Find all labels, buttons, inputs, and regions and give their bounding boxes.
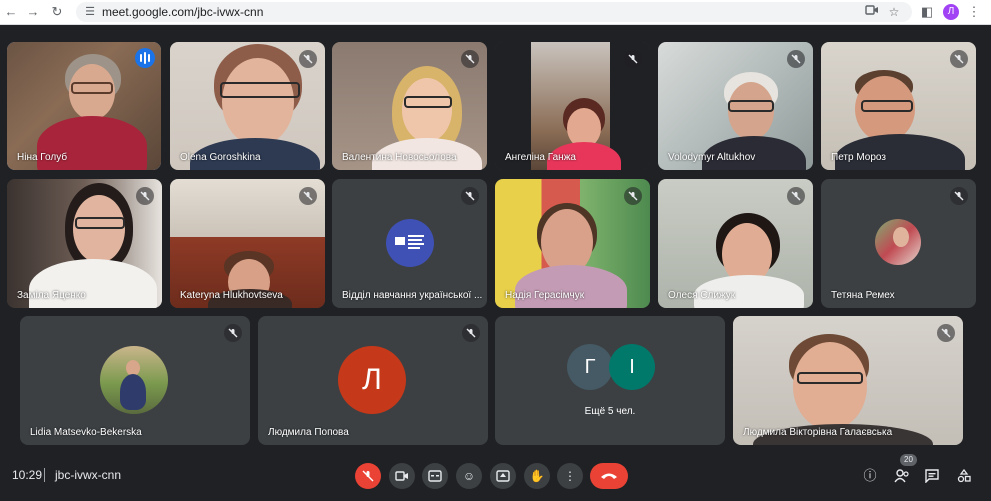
present-icon[interactable] xyxy=(490,463,516,489)
participant-tile[interactable]: Олеся Слижук xyxy=(658,179,813,308)
profile-avatar[interactable]: Л xyxy=(943,4,959,20)
raise-hand-icon[interactable]: ✋ xyxy=(524,463,550,489)
participant-tile[interactable]: Тетяна Ремех xyxy=(821,179,976,308)
info-icon[interactable]: ⓘ xyxy=(860,466,880,486)
mic-muted-icon xyxy=(224,324,242,342)
menu-icon[interactable]: ⋮ xyxy=(965,3,983,21)
mic-muted-icon xyxy=(787,187,805,205)
mic-muted-icon xyxy=(462,324,480,342)
participant-name: Відділ навчання української ... xyxy=(342,290,483,301)
initial-avatar: І xyxy=(609,344,655,390)
url-text: meet.google.com/jbc-ivwx-cnn xyxy=(102,5,264,19)
participant-tile[interactable]: Kateryna Hlukhovtseva xyxy=(170,179,325,308)
activities-icon[interactable] xyxy=(954,466,974,486)
sidebar-icon[interactable]: ◧ xyxy=(918,3,936,21)
forward-icon[interactable]: → xyxy=(24,3,42,21)
participant-tile[interactable]: Відділ навчання української ... xyxy=(332,179,487,308)
participant-tile[interactable]: Петр Мороз xyxy=(821,42,976,170)
speaking-indicator-icon xyxy=(135,48,155,68)
camera-icon[interactable] xyxy=(389,463,415,489)
mic-muted-icon xyxy=(950,50,968,68)
people-icon[interactable] xyxy=(892,466,912,486)
participant-tile[interactable]: Ангеліна Ганжа xyxy=(495,42,650,170)
chat-icon[interactable] xyxy=(922,466,942,486)
mic-muted-icon xyxy=(136,187,154,205)
participant-name: Петр Мороз xyxy=(831,152,886,163)
mic-muted-icon xyxy=(461,187,479,205)
participant-tile[interactable]: Л Людмила Попова xyxy=(258,316,488,445)
participant-name: Ангеліна Ганжа xyxy=(505,152,576,163)
initial-avatar: Л xyxy=(338,346,406,414)
mic-muted-icon xyxy=(950,187,968,205)
participant-tile[interactable]: Валентина Новосьолова xyxy=(332,42,487,170)
participant-name: Людмила Попова xyxy=(268,427,349,438)
divider xyxy=(44,468,45,482)
others-tile[interactable]: Г І Ещё 5 чел. xyxy=(495,316,725,445)
participant-tile[interactable]: Надія Герасімчук xyxy=(495,179,650,308)
reload-icon[interactable]: ↻ xyxy=(48,3,66,21)
participant-tile[interactable]: Volodymyr Altukhov xyxy=(658,42,813,170)
star-icon[interactable]: ☆ xyxy=(886,4,902,20)
browser-toolbar: ← → ↻ ☰ meet.google.com/jbc-ivwx-cnn ☆ ◧… xyxy=(0,0,991,25)
participant-tile[interactable]: Заміла Яценко xyxy=(7,179,162,308)
mic-muted-icon xyxy=(299,187,317,205)
participant-tile[interactable]: Lidia Matsevko-Bekerska xyxy=(20,316,250,445)
others-count-label: Ещё 5 чел. xyxy=(584,406,636,417)
mic-off-icon[interactable] xyxy=(355,463,381,489)
mic-muted-icon xyxy=(624,50,642,68)
address-bar[interactable]: ☰ meet.google.com/jbc-ivwx-cnn ☆ xyxy=(76,2,912,22)
participant-name: Заміла Яценко xyxy=(17,290,86,301)
captions-icon[interactable] xyxy=(422,463,448,489)
participant-name: Тетяна Ремех xyxy=(831,290,895,301)
participant-name: Olena Goroshkina xyxy=(180,152,261,163)
meeting-time: 10:29 xyxy=(12,468,43,482)
back-icon[interactable]: ← xyxy=(2,3,20,21)
tune-icon[interactable]: ☰ xyxy=(82,4,98,20)
mic-muted-icon xyxy=(461,50,479,68)
participant-name: Олеся Слижук xyxy=(668,290,736,301)
mic-muted-icon xyxy=(937,324,955,342)
profile-photo xyxy=(100,346,168,414)
participant-name: Ніна Голуб xyxy=(17,152,68,163)
participant-tile[interactable]: Людмила Вікторівна Галаєвська xyxy=(733,316,963,445)
initial-avatar: Г xyxy=(567,344,613,390)
participant-name: Людмила Вікторівна Галаєвська xyxy=(743,427,893,438)
more-options-icon[interactable]: ⋮ xyxy=(557,463,583,489)
organization-logo xyxy=(386,219,434,267)
camera-blocked-icon[interactable] xyxy=(864,4,880,20)
meeting-controls-bar: 10:29 jbc-ivwx-cnn ☺ ✋ ⋮ ⓘ 20 xyxy=(0,452,991,501)
mic-muted-icon xyxy=(299,50,317,68)
meeting-code: jbc-ivwx-cnn xyxy=(55,468,122,482)
participants-count-badge: 20 xyxy=(900,454,917,466)
emoji-icon[interactable]: ☺ xyxy=(456,463,482,489)
participant-name: Валентина Новосьолова xyxy=(342,152,457,163)
mic-muted-icon xyxy=(787,50,805,68)
participant-name: Надія Герасімчук xyxy=(505,290,585,301)
participant-tile[interactable]: Ніна Голуб xyxy=(7,42,161,170)
participant-name: Lidia Matsevko-Bekerska xyxy=(30,427,142,438)
mic-muted-icon xyxy=(624,187,642,205)
end-call-icon[interactable] xyxy=(590,463,628,489)
participant-name: Kateryna Hlukhovtseva xyxy=(180,290,283,301)
profile-photo xyxy=(875,219,921,265)
participant-name: Volodymyr Altukhov xyxy=(668,152,756,163)
participant-tile[interactable]: Olena Goroshkina xyxy=(170,42,325,170)
